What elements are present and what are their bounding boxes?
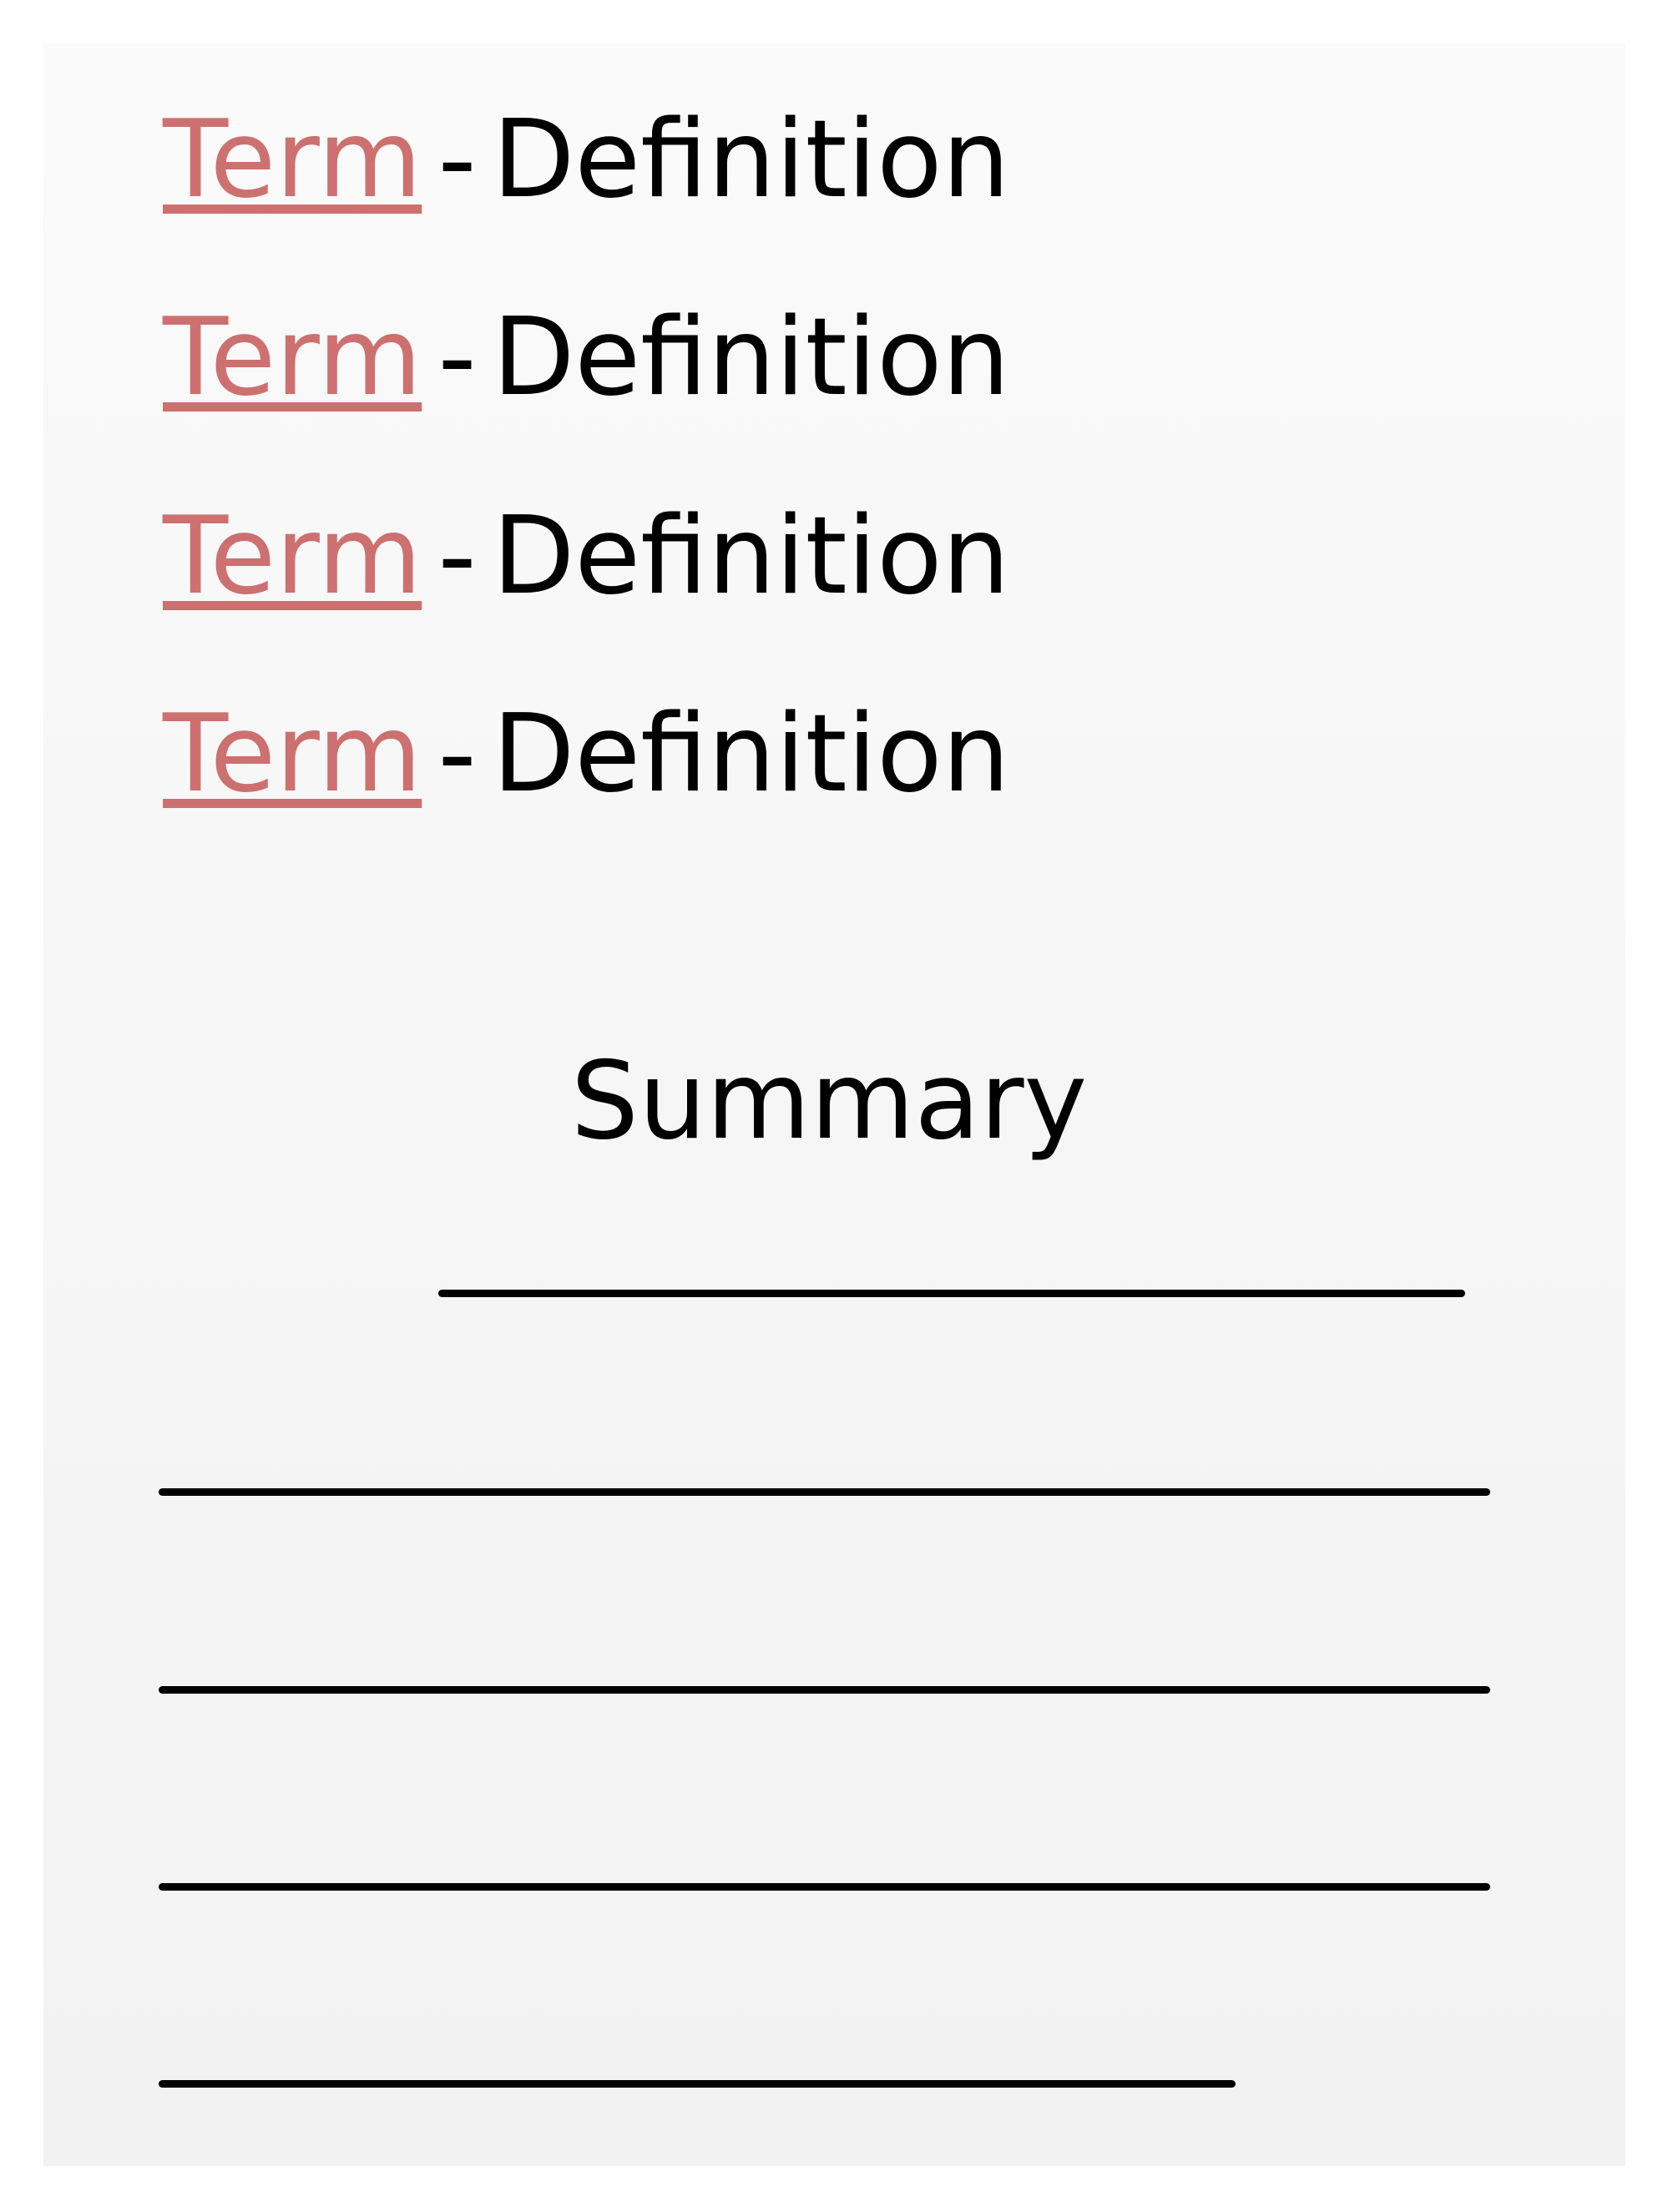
summary-blank-line[interactable] — [159, 2080, 1236, 2088]
summary-heading: Summary — [570, 1039, 1088, 1164]
term-link[interactable]: Term — [163, 295, 422, 420]
term-link[interactable]: Term — [163, 692, 422, 816]
definition-text: Definition — [492, 98, 1010, 222]
term-row: Term - Definition — [163, 688, 1010, 821]
definition-text: Definition — [492, 494, 1010, 619]
term-link[interactable]: Term — [163, 494, 422, 619]
term-separator: - — [437, 494, 477, 619]
summary-blank-line[interactable] — [159, 1883, 1490, 1891]
summary-blank-line[interactable] — [438, 1290, 1465, 1297]
definition-text: Definition — [492, 295, 1010, 420]
definition-text: Definition — [492, 692, 1010, 816]
term-separator: - — [437, 98, 477, 222]
summary-blank-line[interactable] — [159, 1488, 1490, 1496]
term-separator: - — [437, 692, 477, 816]
term-row: Term - Definition — [163, 291, 1010, 425]
term-row: Term - Definition — [163, 93, 1010, 227]
term-separator: - — [437, 295, 477, 420]
term-row: Term - Definition — [163, 490, 1010, 624]
summary-blank-line[interactable] — [159, 1686, 1490, 1694]
term-link[interactable]: Term — [163, 98, 422, 222]
